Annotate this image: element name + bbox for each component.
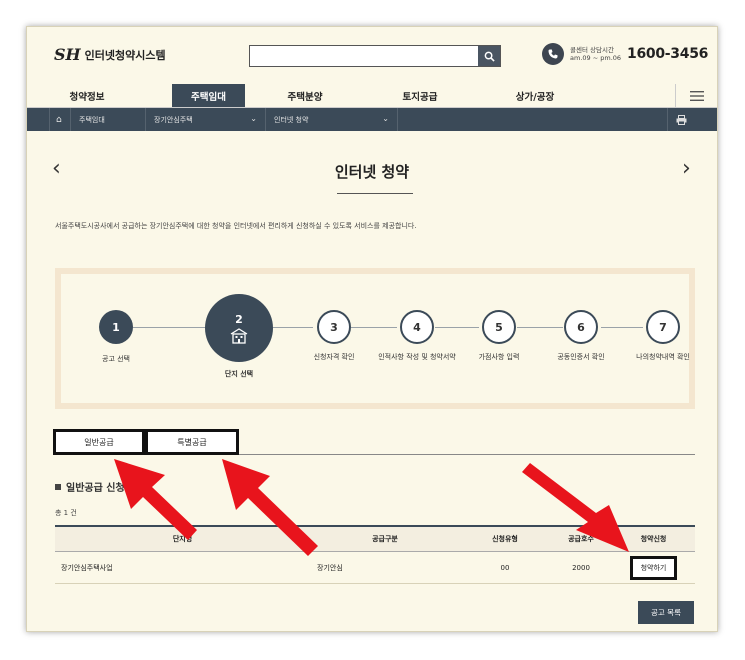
column-header-name: 단지명 [172,535,193,543]
step-connector [273,327,313,328]
breadcrumb-level1-label: 주택임대 [79,115,105,124]
total-count: 총 1 건 [55,509,77,517]
step-number-2: 2 [235,312,243,326]
site-header: SH 인터넷청약시스템 콜센터 상담시간 am.09 ~ pm.06 1600-… [27,27,717,84]
step-label-1: 공고 선택 [102,355,130,363]
nav-item-housing-sale[interactable]: 주택분양 [245,84,365,107]
breadcrumb-level3-label: 인터넷 청약 [274,115,309,124]
building-icon [230,327,248,344]
page-title: 인터넷 청약 [334,163,410,181]
phone-icon [542,43,564,65]
next-arrow-icon[interactable]: › [682,157,691,181]
step-circle-4: 4 [400,310,434,344]
column-header-type: 공급구분 [372,535,398,543]
step-connector [517,327,563,328]
cell-supply-count: 2000 [572,563,590,572]
search-box [249,45,501,67]
call-time: am.09 ~ pm.06 [570,54,622,62]
breadcrumb: ⌂ 주택임대 장기안심주택 ⌄ 인터넷 청약 ⌄ [27,108,717,131]
apply-button[interactable]: 청약하기 [629,555,678,580]
nav-item-subscription-info[interactable]: 청약정보 [27,84,147,107]
call-label: 콜센터 상담시간 [570,46,614,54]
step-progress: 1 공고 선택 2 단지 선택 3 신청자격 확인 4 인적사항 작성 및 청약… [55,268,695,409]
supply-tabs: 일반공급 특별공급 [53,429,695,455]
cell-complex-name: 장기안심주택사업 [61,563,113,572]
step-circle-6: 6 [564,310,598,344]
step-label-2: 단지 선택 [224,370,254,378]
breadcrumb-level2-label: 장기안심주택 [154,115,193,124]
nav-item-land-supply[interactable]: 토지공급 [365,84,475,107]
notice-list-button[interactable]: 공고 목록 [638,601,694,624]
print-button[interactable] [667,108,697,131]
section-title: 일반공급 신청 [55,479,125,494]
search-icon [484,51,495,62]
title-underline [337,193,413,194]
nav-item-commercial[interactable]: 상가/공장 [475,84,595,107]
call-number: 1600-3456 [627,46,709,62]
logo-mark: SH [54,45,81,64]
main-nav: 청약정보 주택임대 주택분양 토지공급 상가/공장 [27,84,717,108]
step-circle-7: 7 [646,310,680,344]
table-row: 장기안심주택사업 장기안심 00 2000 청약하기 [55,552,695,584]
call-center: 콜센터 상담시간 am.09 ~ pm.06 1600-3456 [542,43,708,65]
chevron-down-icon: ⌄ [250,114,257,123]
logo-text: 인터넷청약시스템 [84,48,166,62]
nav-item-rental-housing[interactable]: 주택임대 [172,84,245,107]
tab-special-supply[interactable]: 특별공급 [145,429,239,455]
step-label-4: 인적사항 작성 및 청약서약 [378,353,456,361]
step-circle-1: 1 [99,310,133,344]
step-label-3: 신청자격 확인 [313,353,355,361]
call-hours: 콜센터 상담시간 am.09 ~ pm.06 [570,46,621,62]
step-label-7: 나의청약내역 확인 [636,353,690,361]
breadcrumb-level3[interactable]: 인터넷 청약 ⌄ [266,108,398,131]
printer-icon [676,114,687,125]
step-connector [601,327,643,328]
step-label-6: 공동인증서 확인 [557,353,605,361]
title-row: ‹ 인터넷 청약 › [27,157,717,187]
breadcrumb-home[interactable]: ⌂ [49,108,71,131]
tab-general-supply[interactable]: 일반공급 [53,429,145,455]
chevron-down-icon: ⌄ [382,114,389,123]
step-connector [351,327,397,328]
step-label-5: 가점사항 입력 [478,353,520,361]
page-description: 서울주택도시공사에서 공급하는 장기안심주택에 대한 청약을 인터넷에서 편리하… [55,222,417,230]
complex-table: 단지명 공급구분 신청유형 공급호수 청약신청 장기안심주택사업 장기안심 00… [55,525,695,584]
hamburger-icon [689,91,704,101]
search-input[interactable] [250,46,478,66]
hamburger-menu-button[interactable] [675,84,717,108]
step-circle-2: 2 [205,294,273,362]
step-circle-3: 3 [317,310,351,344]
table-header: 단지명 공급구분 신청유형 공급호수 청약신청 [55,525,695,552]
step-connector [133,327,213,328]
cell-apply-type: 00 [500,563,510,572]
column-header-count: 공급호수 [568,535,594,543]
step-connector [435,327,479,328]
page-frame: SH 인터넷청약시스템 콜센터 상담시간 am.09 ~ pm.06 1600-… [26,26,718,632]
column-header-apply-type: 신청유형 [492,535,518,543]
home-icon: ⌂ [56,114,62,125]
search-button[interactable] [478,46,500,66]
section-bullet-icon [55,483,61,490]
breadcrumb-level2[interactable]: 장기안심주택 ⌄ [146,108,266,131]
site-logo[interactable]: SH 인터넷청약시스템 [54,45,166,64]
step-circle-5: 5 [482,310,516,344]
column-header-apply: 청약신청 [640,535,667,543]
breadcrumb-level1[interactable]: 주택임대 [71,108,146,131]
section-title-text: 일반공급 신청 [66,483,125,494]
cell-apply: 청약하기 [612,552,695,583]
cell-supply-type: 장기안심 [317,563,343,572]
